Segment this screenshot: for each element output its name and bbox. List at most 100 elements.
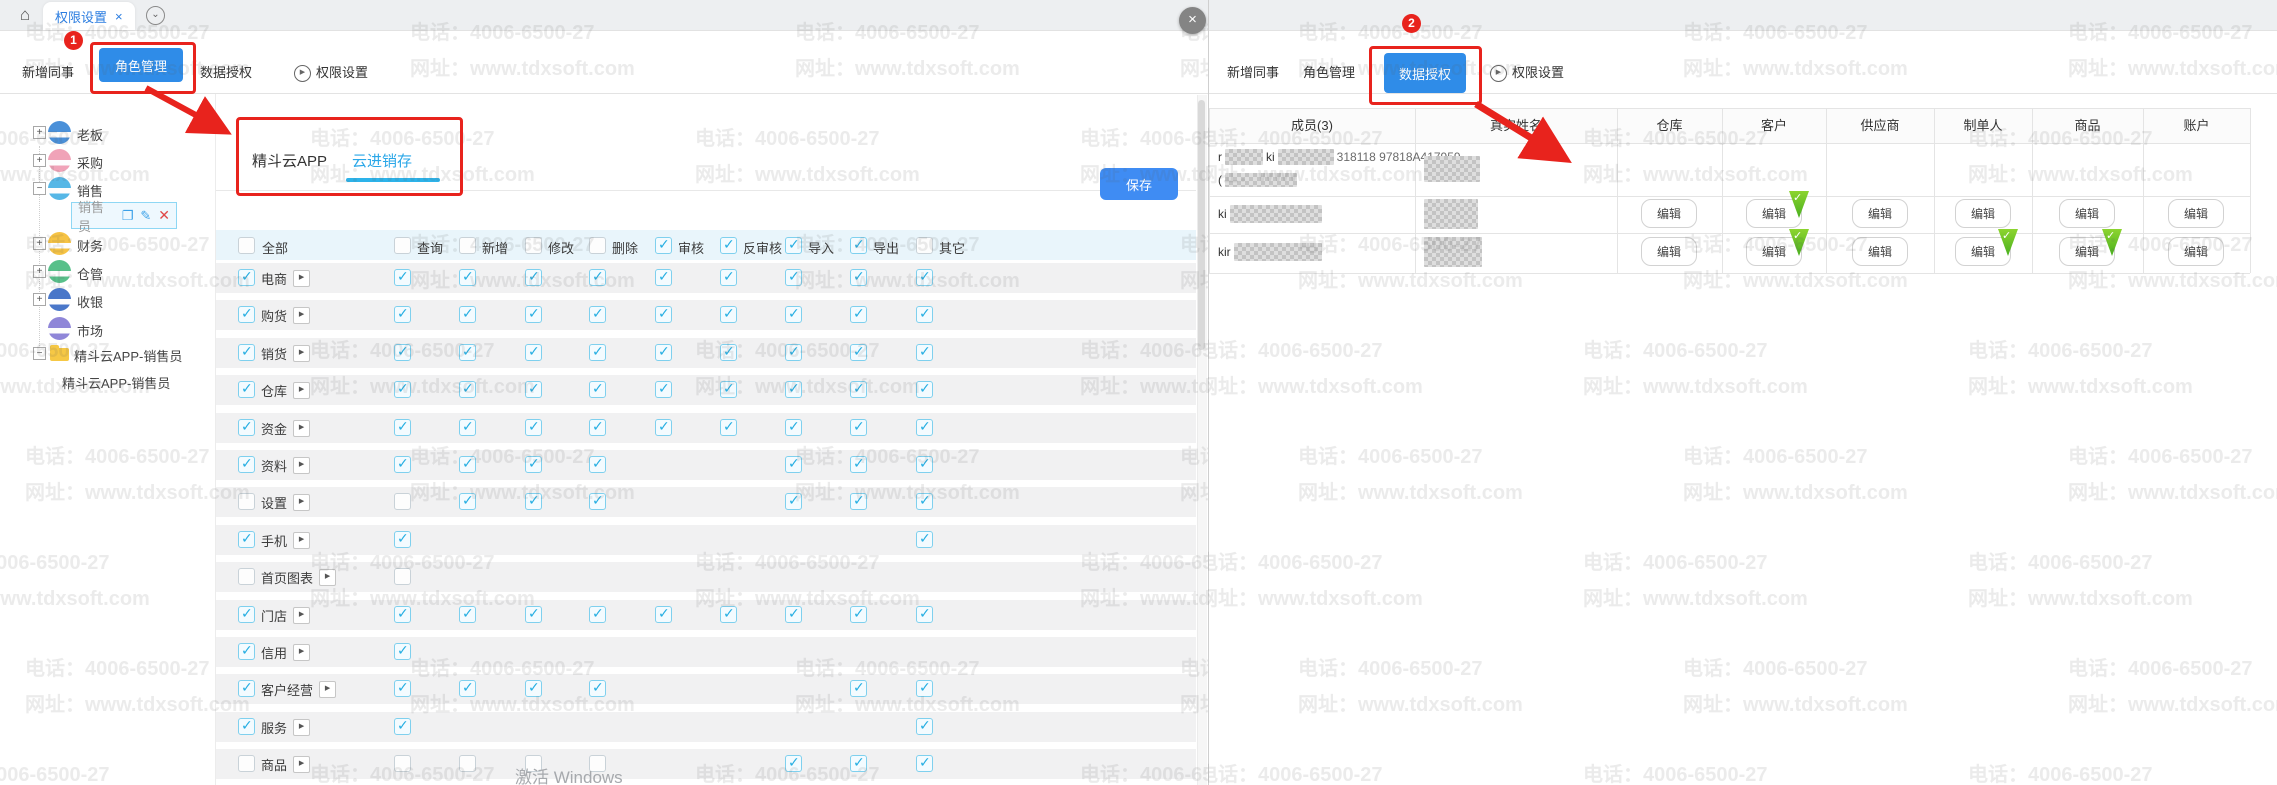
expand-icon[interactable]: + xyxy=(33,293,46,306)
tree-item-selected[interactable]: 销售员❐✎✕ xyxy=(71,202,177,229)
checkbox-门店-反审核[interactable] xyxy=(720,606,737,623)
tree-item-9[interactable]: 精斗云APP-销售员 xyxy=(62,373,170,392)
checkbox-购货-修改[interactable] xyxy=(525,306,542,323)
checkbox-商品-导出[interactable] xyxy=(850,755,867,772)
checkbox-row-资金[interactable] xyxy=(238,419,255,436)
tree-item-4[interactable]: 财务 xyxy=(77,236,103,255)
checkbox-row-设置[interactable] xyxy=(238,493,255,510)
expand-row-icon[interactable]: ▶ xyxy=(293,607,310,624)
edit-button-供应商-row3[interactable]: 编辑 xyxy=(1852,237,1908,266)
checkbox-电商-新增[interactable] xyxy=(459,269,476,286)
checkbox-仓库-查询[interactable] xyxy=(394,381,411,398)
expand-row-icon[interactable]: ▶ xyxy=(293,420,310,437)
checkbox-资金-导出[interactable] xyxy=(850,419,867,436)
checkbox-仓库-新增[interactable] xyxy=(459,381,476,398)
checkbox-客户经营-查询[interactable] xyxy=(394,680,411,697)
nav-permission-settings[interactable]: 权限设置 xyxy=(1512,58,1564,88)
checkbox-客户经营-删除[interactable] xyxy=(589,680,606,697)
edit-button-制单人-row3[interactable]: 编辑✓ xyxy=(1955,237,2011,266)
edit-icon[interactable]: ✎ xyxy=(140,208,151,224)
nav-role-management-active[interactable]: 角色管理 xyxy=(99,48,183,82)
checkbox-门店-新增[interactable] xyxy=(459,606,476,623)
checkbox-仓库-修改[interactable] xyxy=(525,381,542,398)
checkbox-电商-反审核[interactable] xyxy=(720,269,737,286)
checkbox-客户经营-修改[interactable] xyxy=(525,680,542,697)
checkbox-col-反审核[interactable] xyxy=(720,237,737,254)
edit-button-商品-row2[interactable]: 编辑 xyxy=(2059,199,2115,228)
checkbox-row-服务[interactable] xyxy=(238,718,255,735)
checkbox-首页图表-查询[interactable] xyxy=(394,568,411,585)
checkbox-客户经营-新增[interactable] xyxy=(459,680,476,697)
edit-button-账户-row2[interactable]: 编辑 xyxy=(2168,199,2224,228)
tree-item-5[interactable]: 仓管 xyxy=(77,264,103,283)
nav-add-colleague[interactable]: 新增同事 xyxy=(1227,58,1279,88)
checkbox-电商-导入[interactable] xyxy=(785,269,802,286)
checkbox-购货-删除[interactable] xyxy=(589,306,606,323)
checkbox-资料-其它[interactable] xyxy=(916,456,933,473)
edit-button-商品-row3[interactable]: 编辑✓ xyxy=(2059,237,2115,266)
expand-row-icon[interactable]: ▶ xyxy=(293,532,310,549)
edit-button-客户-row2[interactable]: 编辑✓ xyxy=(1746,199,1802,228)
checkbox-仓库-导出[interactable] xyxy=(850,381,867,398)
expand-row-icon[interactable]: ▶ xyxy=(319,569,336,586)
checkbox-电商-导出[interactable] xyxy=(850,269,867,286)
checkbox-设置-修改[interactable] xyxy=(525,493,542,510)
tab-jdy-app[interactable]: 精斗云APP xyxy=(252,150,327,171)
edit-button-供应商-row2[interactable]: 编辑 xyxy=(1852,199,1908,228)
checkbox-col-新增[interactable] xyxy=(459,237,476,254)
checkbox-门店-导出[interactable] xyxy=(850,606,867,623)
delete-icon[interactable]: ✕ xyxy=(158,207,170,224)
tree-item-8[interactable]: 精斗云APP-销售员 xyxy=(74,346,182,365)
scrollbar-thumb[interactable] xyxy=(1198,100,1205,350)
checkbox-购货-新增[interactable] xyxy=(459,306,476,323)
checkbox-购货-审核[interactable] xyxy=(655,306,672,323)
tab-close-icon[interactable]: × xyxy=(115,9,123,24)
checkbox-销货-导出[interactable] xyxy=(850,344,867,361)
checkbox-设置-删除[interactable] xyxy=(589,493,606,510)
checkbox-服务-查询[interactable] xyxy=(394,718,411,735)
expand-icon[interactable]: + xyxy=(33,237,46,250)
checkbox-电商-审核[interactable] xyxy=(655,269,672,286)
checkbox-仓库-审核[interactable] xyxy=(655,381,672,398)
expand-row-icon[interactable]: ▶ xyxy=(319,681,336,698)
checkbox-销货-新增[interactable] xyxy=(459,344,476,361)
checkbox-设置-导入[interactable] xyxy=(785,493,802,510)
expand-icon[interactable]: + xyxy=(33,154,46,167)
expand-row-icon[interactable]: ▶ xyxy=(293,719,310,736)
checkbox-电商-查询[interactable] xyxy=(394,269,411,286)
checkbox-row-门店[interactable] xyxy=(238,606,255,623)
collapse-icon[interactable]: − xyxy=(33,347,46,360)
checkbox-资金-导入[interactable] xyxy=(785,419,802,436)
checkbox-信用-查询[interactable] xyxy=(394,643,411,660)
checkbox-设置-查询[interactable] xyxy=(394,493,411,510)
checkbox-门店-其它[interactable] xyxy=(916,606,933,623)
tree-item-7[interactable]: 市场 xyxy=(77,321,103,340)
checkbox-资料-新增[interactable] xyxy=(459,456,476,473)
checkbox-购货-查询[interactable] xyxy=(394,306,411,323)
checkbox-销货-审核[interactable] xyxy=(655,344,672,361)
expand-icon[interactable]: + xyxy=(33,265,46,278)
checkbox-row-商品[interactable] xyxy=(238,755,255,772)
checkbox-资金-新增[interactable] xyxy=(459,419,476,436)
checkbox-门店-查询[interactable] xyxy=(394,606,411,623)
checkbox-col-查询[interactable] xyxy=(394,237,411,254)
checkbox-手机-其它[interactable] xyxy=(916,531,933,548)
checkbox-商品-导入[interactable] xyxy=(785,755,802,772)
checkbox-col-其它[interactable] xyxy=(916,237,933,254)
checkbox-row-信用[interactable] xyxy=(238,643,255,660)
checkbox-仓库-反审核[interactable] xyxy=(720,381,737,398)
checkbox-电商-修改[interactable] xyxy=(525,269,542,286)
expand-row-icon[interactable]: ▶ xyxy=(293,382,310,399)
checkbox-购货-其它[interactable] xyxy=(916,306,933,323)
floating-close-button[interactable]: × xyxy=(1179,7,1206,34)
checkbox-销货-反审核[interactable] xyxy=(720,344,737,361)
checkbox-资金-审核[interactable] xyxy=(655,419,672,436)
tab-dropdown-icon[interactable]: ⌄ xyxy=(146,6,165,25)
checkbox-col-审核[interactable] xyxy=(655,237,672,254)
checkbox-仓库-删除[interactable] xyxy=(589,381,606,398)
checkbox-row-资料[interactable] xyxy=(238,456,255,473)
checkbox-商品-新增[interactable] xyxy=(459,755,476,772)
checkbox-row-仓库[interactable] xyxy=(238,381,255,398)
checkbox-销货-导入[interactable] xyxy=(785,344,802,361)
tree-item-6[interactable]: 收银 xyxy=(77,292,103,311)
